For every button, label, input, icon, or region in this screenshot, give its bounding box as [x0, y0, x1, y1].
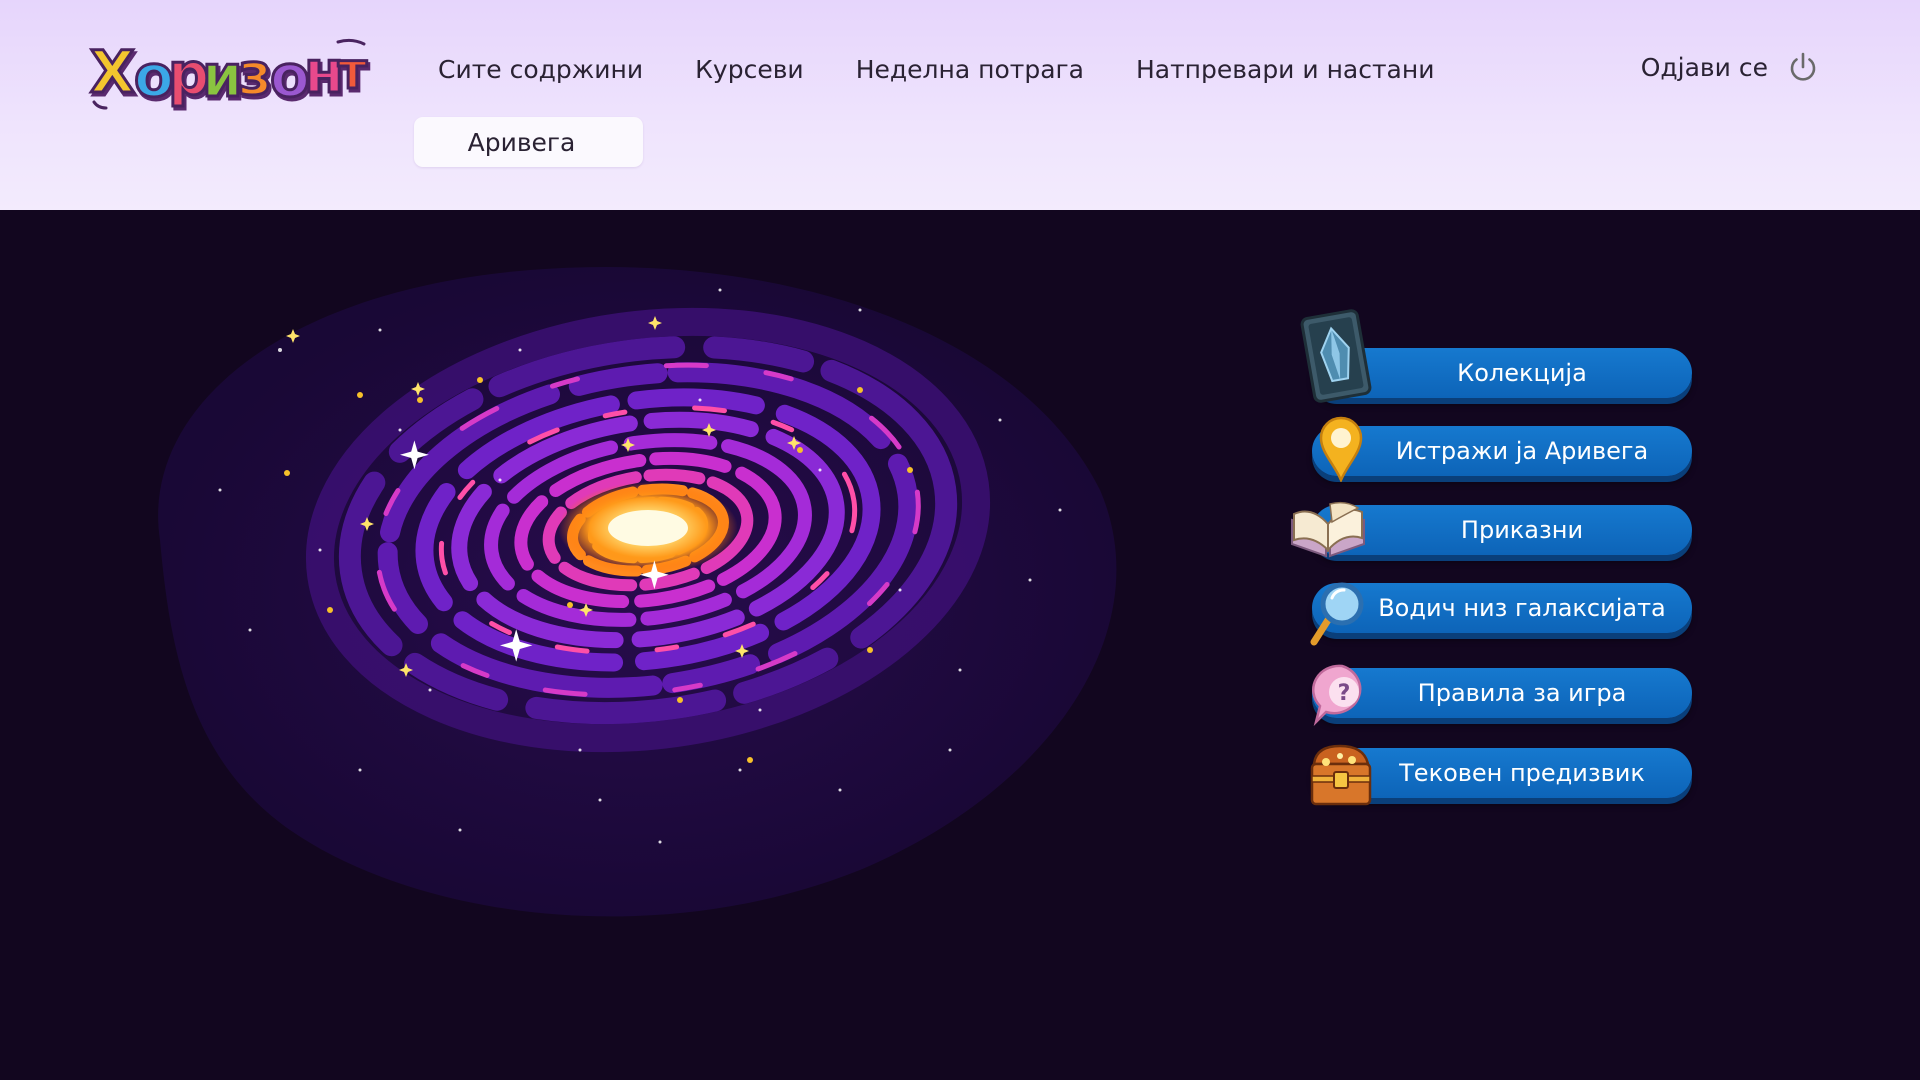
crystal-card-icon	[1296, 306, 1376, 406]
treasure-chest-icon	[1306, 742, 1376, 810]
logout-button[interactable]: Одјави се	[1641, 50, 1820, 84]
power-icon	[1790, 52, 1816, 81]
nav-item-courses[interactable]: Курсеви	[669, 52, 830, 88]
menu-button-label: Водич низ галаксијата	[1378, 594, 1666, 622]
svg-text:Х: Х	[90, 38, 135, 106]
menu-button-explore-arivega[interactable]: Истражи ја Аривега	[1312, 426, 1692, 476]
map-pin-icon	[1318, 416, 1364, 482]
magnifier-icon	[1310, 580, 1370, 646]
nav-item-weekly-quest[interactable]: Неделна потрага	[830, 52, 1110, 88]
svg-text:з: з	[238, 40, 272, 108]
nav-item-competitions-events[interactable]: Натпревари и настани	[1110, 52, 1460, 88]
nav-item-all-content[interactable]: Сите содржини	[438, 52, 669, 88]
svg-text:и: и	[202, 42, 243, 110]
brand-logo[interactable]: Х о р и з о н т	[88, 24, 372, 120]
galaxy-illustration	[100, 230, 1140, 930]
logout-label: Одјави се	[1640, 52, 1768, 82]
main-nav: Сите содржини Курсеви Неделна потрага На…	[438, 52, 1460, 88]
top-header: Х о р и з о н т Сите содржини Курсеви Не…	[0, 0, 1920, 210]
menu-button-label: Тековен предизвик	[1399, 759, 1645, 787]
question-bubble-icon: ?	[1310, 662, 1374, 726]
open-book-icon	[1286, 498, 1370, 560]
svg-text:?: ?	[1338, 681, 1351, 706]
svg-text:т: т	[338, 42, 367, 100]
menu-button-label: Правила за игра	[1417, 679, 1627, 707]
menu-button-label: Приказни	[1460, 516, 1584, 544]
menu-button-label: Истражи ја Аривега	[1395, 437, 1649, 465]
subtab-arivega[interactable]: Аривега	[414, 117, 643, 167]
menu-button-label: Колекција	[1457, 359, 1587, 387]
